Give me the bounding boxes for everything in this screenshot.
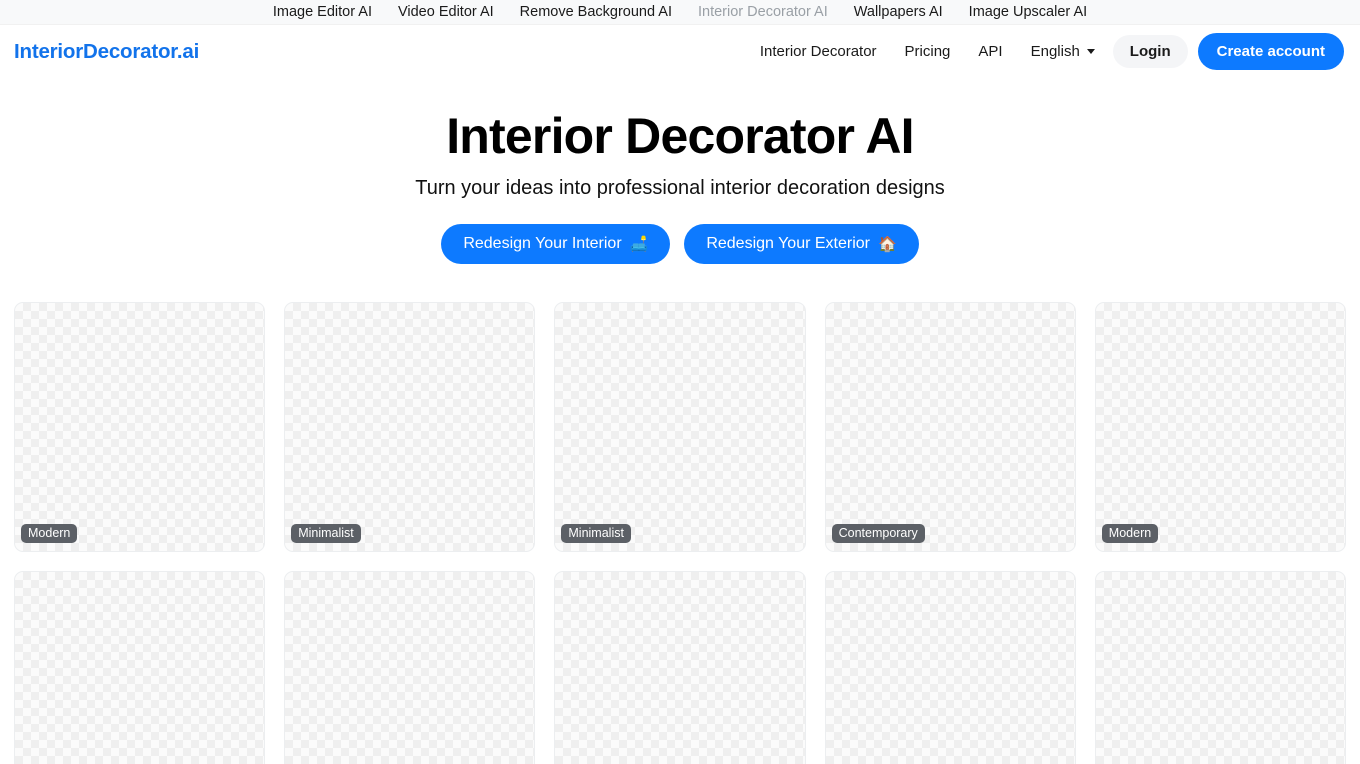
style-badge: Modern	[21, 523, 78, 543]
gallery-card[interactable]	[1094, 571, 1346, 764]
redesign-interior-label: Redesign Your Interior	[463, 235, 622, 252]
topbar-link-video-editor-ai[interactable]: Video Editor AI	[398, 5, 494, 20]
gallery-card[interactable]	[14, 571, 266, 764]
login-button[interactable]: Login	[1112, 35, 1188, 68]
redesign-exterior-button[interactable]: Redesign Your Exterior 🏠	[684, 224, 919, 264]
style-badge: Contemporary	[831, 523, 925, 543]
gallery-card[interactable]: Contemporary	[824, 302, 1076, 552]
gallery-card[interactable]	[824, 571, 1076, 764]
gallery-card[interactable]: Minimalist	[554, 302, 806, 552]
gallery-card[interactable]: Modern	[14, 302, 266, 552]
design-gallery-grid: Modern Minimalist Minimalist Contemporar…	[0, 302, 1360, 764]
language-selector[interactable]: English	[1017, 43, 1109, 60]
topbar-link-interior-decorator-ai[interactable]: Interior Decorator AI	[698, 5, 828, 20]
chevron-down-icon	[1086, 49, 1095, 54]
page-subtitle: Turn your ideas into professional interi…	[415, 177, 945, 199]
nav-item-pricing[interactable]: Pricing	[891, 43, 965, 60]
top-utility-bar: Image Editor AI Video Editor AI Remove B…	[0, 0, 1360, 25]
style-badge: Minimalist	[561, 523, 631, 543]
gallery-card[interactable]	[284, 571, 536, 764]
create-account-button[interactable]: Create account	[1197, 33, 1344, 70]
redesign-exterior-label: Redesign Your Exterior	[706, 235, 870, 252]
language-selector-label: English	[1030, 43, 1080, 60]
nav-item-api[interactable]: API	[964, 43, 1016, 60]
cta-button-row: Redesign Your Interior 🛋️ Redesign Your …	[0, 224, 1360, 264]
gallery-card[interactable]: Minimalist	[284, 302, 536, 552]
header-nav: Interior Decorator Pricing API English L…	[746, 33, 1344, 70]
redesign-interior-button[interactable]: Redesign Your Interior 🛋️	[441, 224, 671, 264]
gallery-card[interactable]: Modern	[1094, 302, 1346, 552]
site-header: InteriorDecorator.ai Interior Decorator …	[0, 25, 1360, 78]
topbar-link-remove-background-ai[interactable]: Remove Background AI	[520, 5, 672, 20]
nav-item-interior-decorator[interactable]: Interior Decorator	[746, 43, 891, 60]
topbar-link-wallpapers-ai[interactable]: Wallpapers AI	[854, 5, 943, 20]
gallery-card[interactable]	[554, 571, 806, 764]
topbar-link-image-upscaler-ai[interactable]: Image Upscaler AI	[969, 5, 1087, 20]
page-title: Interior Decorator AI	[446, 108, 914, 164]
couch-icon: 🛋️	[629, 235, 649, 253]
style-badge: Minimalist	[291, 523, 361, 543]
hero-section: Interior Decorator AI Turn your ideas in…	[0, 78, 1360, 264]
topbar-link-image-editor-ai[interactable]: Image Editor AI	[273, 5, 372, 20]
style-badge: Modern	[1101, 523, 1159, 543]
house-icon: 🏠	[877, 235, 897, 253]
site-logo[interactable]: InteriorDecorator.ai	[14, 40, 199, 64]
